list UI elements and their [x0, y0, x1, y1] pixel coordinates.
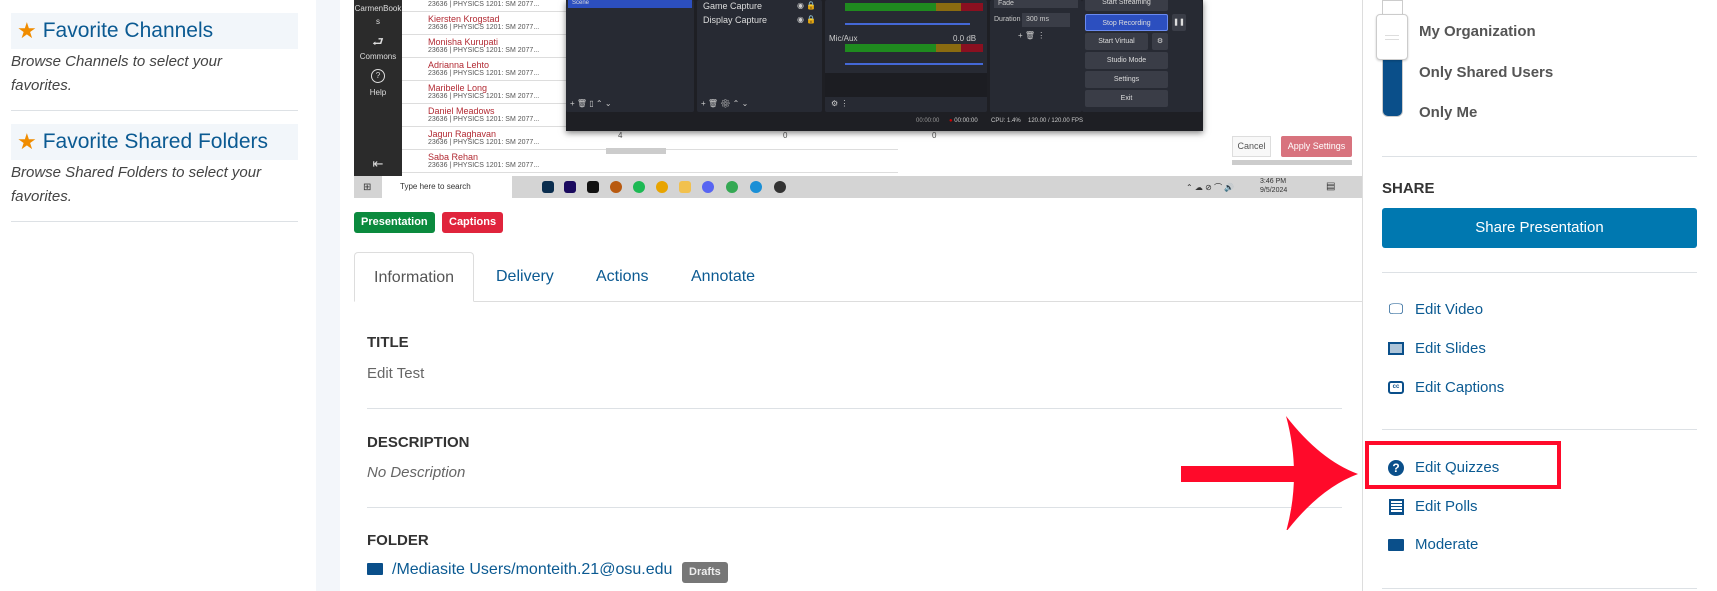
tab-information[interactable]: Information	[354, 252, 475, 302]
start-streaming-button: Start Streaming	[1085, 0, 1168, 11]
tab-delivery[interactable]: Delivery	[496, 252, 554, 302]
edit-video-link[interactable]: 🖵 Edit Video	[1387, 301, 1483, 318]
drafts-badge: Drafts	[682, 562, 728, 583]
share-heading: SHARE	[1382, 180, 1435, 197]
favorite-shared-folders-heading[interactable]: ★ Favorite Shared Folders	[11, 124, 298, 160]
favorite-shared-folders-description: Browse Shared Folders to select your favo…	[11, 164, 262, 205]
notification-icon: ▤	[1326, 181, 1336, 192]
presentation-thumbnail[interactable]: CarmenBook s ⮐ Commons ? Help ⇤ 23636 | …	[354, 0, 1362, 198]
edit-captions-link[interactable]: cc Edit Captions	[1387, 379, 1504, 396]
closed-captions-icon: cc	[1387, 380, 1405, 396]
image-icon	[1387, 341, 1405, 357]
star-icon: ★	[17, 18, 37, 43]
divider	[1382, 272, 1697, 273]
settings-button: Settings	[1085, 71, 1168, 88]
divider	[11, 110, 298, 111]
tab-annotate[interactable]: Annotate	[691, 252, 755, 302]
visibility-only-shared-users[interactable]: Only Shared Users	[1419, 64, 1553, 81]
tab-actions[interactable]: Actions	[596, 252, 648, 302]
scrollbar[interactable]	[606, 148, 666, 154]
studio-mode-button: Studio Mode	[1085, 52, 1168, 69]
folder-icon	[367, 563, 383, 575]
edit-polls-link[interactable]: Edit Polls	[1387, 498, 1478, 515]
visibility-only-me[interactable]: Only Me	[1419, 104, 1477, 121]
title-value: Edit Test	[367, 365, 425, 382]
moderate-link[interactable]: Moderate	[1387, 536, 1478, 553]
scenes-panel: Scene + 🗑 ▯ ⌃ ⌄	[566, 0, 694, 112]
source-game-capture: Game Capture	[703, 1, 763, 11]
transitions-panel: Fade Duration 300 ms + 🗑 ⋮	[990, 0, 1082, 112]
source-display-capture: Display Capture	[703, 15, 768, 25]
pause-icon: ❚❚	[1172, 14, 1186, 31]
description-label: DESCRIPTION	[367, 434, 470, 451]
visibility-slider-handle[interactable]	[1376, 14, 1408, 60]
edit-slides-link[interactable]: Edit Slides	[1387, 340, 1486, 357]
collapse-icon: ⇤	[372, 156, 384, 171]
apply-settings-button: Apply Settings	[1281, 136, 1352, 157]
exit-button: Exit	[1085, 90, 1168, 107]
favorite-channels-description: Browse Channels to select your favorites.	[11, 53, 222, 94]
divider	[367, 408, 1342, 409]
gutter	[316, 0, 340, 591]
highlight-box	[1365, 441, 1561, 489]
divider	[1382, 156, 1697, 157]
list-icon	[1387, 498, 1405, 515]
monitor-icon: 🖵	[1388, 301, 1404, 318]
start-virtual-camera-button: Start Virtual Camera	[1085, 33, 1148, 62]
taskbar-search: Type here to search	[382, 176, 512, 198]
star-icon: ★	[17, 129, 37, 154]
comment-icon	[1387, 537, 1405, 553]
stop-recording-button: Stop Recording	[1085, 14, 1168, 31]
folder-link[interactable]: /Mediasite Users/monteith.21@osu.edu	[392, 561, 672, 579]
presentation-badge: Presentation	[354, 212, 435, 233]
windows-taskbar: ⊞ Type here to search ⌃ ☁ ⊘ ⌒ 🔊 3:46 PM 9…	[354, 176, 1362, 198]
title-label: TITLE	[367, 334, 409, 351]
audio-mixer-panel: Mic/Aux 0.0 dB ⚙ ⋮	[825, 0, 987, 112]
share-presentation-button[interactable]: Share Presentation	[1382, 208, 1697, 248]
captions-badge: Captions	[442, 212, 504, 233]
obs-window: Scene + 🗑 ▯ ⌃ ⌄ Game Capture Display Cap…	[566, 0, 1203, 131]
sources-panel: Game Capture Display Capture ◉ 🔒 ◉ 🔒 + 🗑…	[697, 0, 822, 112]
red-arrow-annotation	[1181, 416, 1358, 530]
description-value: No Description	[367, 464, 466, 481]
help-icon: ?	[371, 69, 385, 83]
visibility-my-organization[interactable]: My Organization	[1419, 23, 1536, 40]
cancel-button: Cancel	[1232, 136, 1271, 157]
divider	[11, 221, 298, 222]
folder-label: FOLDER	[367, 532, 429, 549]
divider	[1382, 588, 1697, 589]
favorite-channels-heading[interactable]: ★ Favorite Channels	[11, 13, 298, 49]
divider	[1382, 429, 1697, 430]
windows-logo-icon: ⊞	[363, 182, 372, 193]
lms-sidebar: CarmenBook s ⮐ Commons ? Help ⇤	[354, 0, 402, 176]
gear-icon: ⚙	[1152, 33, 1168, 50]
